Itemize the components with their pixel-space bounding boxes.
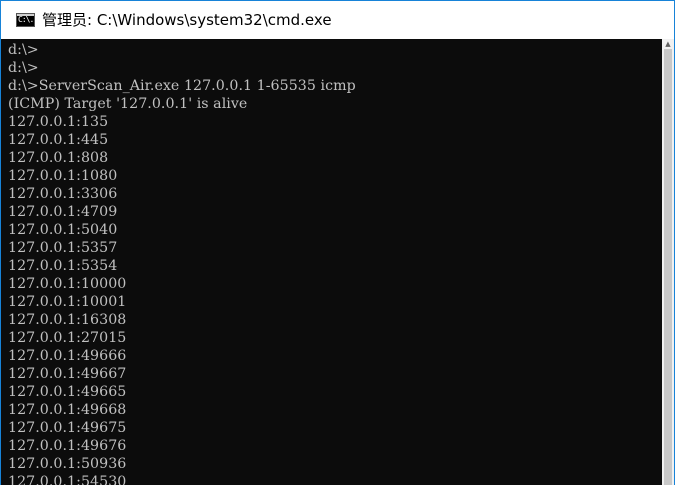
console-line: 127.0.0.1:27015: [8, 330, 127, 346]
console-line: (ICMP) Target '127.0.0.1' is alive: [8, 96, 248, 112]
console-line: 127.0.0.1:10000: [8, 276, 127, 292]
console-line: 127.0.0.1:808: [8, 150, 109, 166]
console-line: 127.0.0.1:49667: [8, 366, 127, 382]
console-line: 127.0.0.1:3306: [8, 186, 118, 202]
console-line: 127.0.0.1:49665: [8, 384, 127, 400]
console-line: d:\>: [8, 60, 39, 76]
console-line: 127.0.0.1:16308: [8, 312, 127, 328]
console-line: 127.0.0.1:10001: [8, 294, 127, 310]
cmd-icon-glyph: C:\.: [18, 15, 34, 24]
console-line: 127.0.0.1:1080: [8, 168, 118, 184]
console-line: 127.0.0.1:4709: [8, 204, 118, 220]
console-line: 127.0.0.1:135: [8, 114, 109, 130]
cmd-icon[interactable]: C:\.: [16, 13, 35, 27]
console-line: 127.0.0.1:49666: [8, 348, 127, 364]
console-line: 127.0.0.1:5040: [8, 222, 118, 238]
console-line: 127.0.0.1:5354: [8, 258, 118, 274]
vertical-scrollbar[interactable]: ▲: [662, 39, 674, 485]
cmd-window: C:\. 管理员: C:\Windows\system32\cmd.exe d:…: [0, 0, 675, 485]
console-line: 127.0.0.1:49676: [8, 438, 127, 454]
console-line: 127.0.0.1:5357: [8, 240, 118, 256]
title-bar[interactable]: C:\. 管理员: C:\Windows\system32\cmd.exe: [1, 1, 674, 39]
console-line: 127.0.0.1:49668: [8, 402, 127, 418]
console-line: 127.0.0.1:445: [8, 132, 109, 148]
scrollbar-thumb[interactable]: [664, 49, 672, 485]
console-line: d:\>: [8, 42, 39, 58]
console-line: 127.0.0.1:54530: [8, 474, 127, 485]
scroll-up-icon[interactable]: ▲: [662, 39, 674, 49]
console-line: 127.0.0.1:49675: [8, 420, 127, 436]
console-line: 127.0.0.1:50936: [8, 456, 127, 472]
console-output[interactable]: d:\> d:\> d:\>ServerScan_Air.exe 127.0.0…: [1, 39, 662, 485]
window-title: 管理员: C:\Windows\system32\cmd.exe: [42, 11, 332, 29]
console-line: d:\>ServerScan_Air.exe 127.0.0.1 1-65535…: [8, 78, 356, 94]
